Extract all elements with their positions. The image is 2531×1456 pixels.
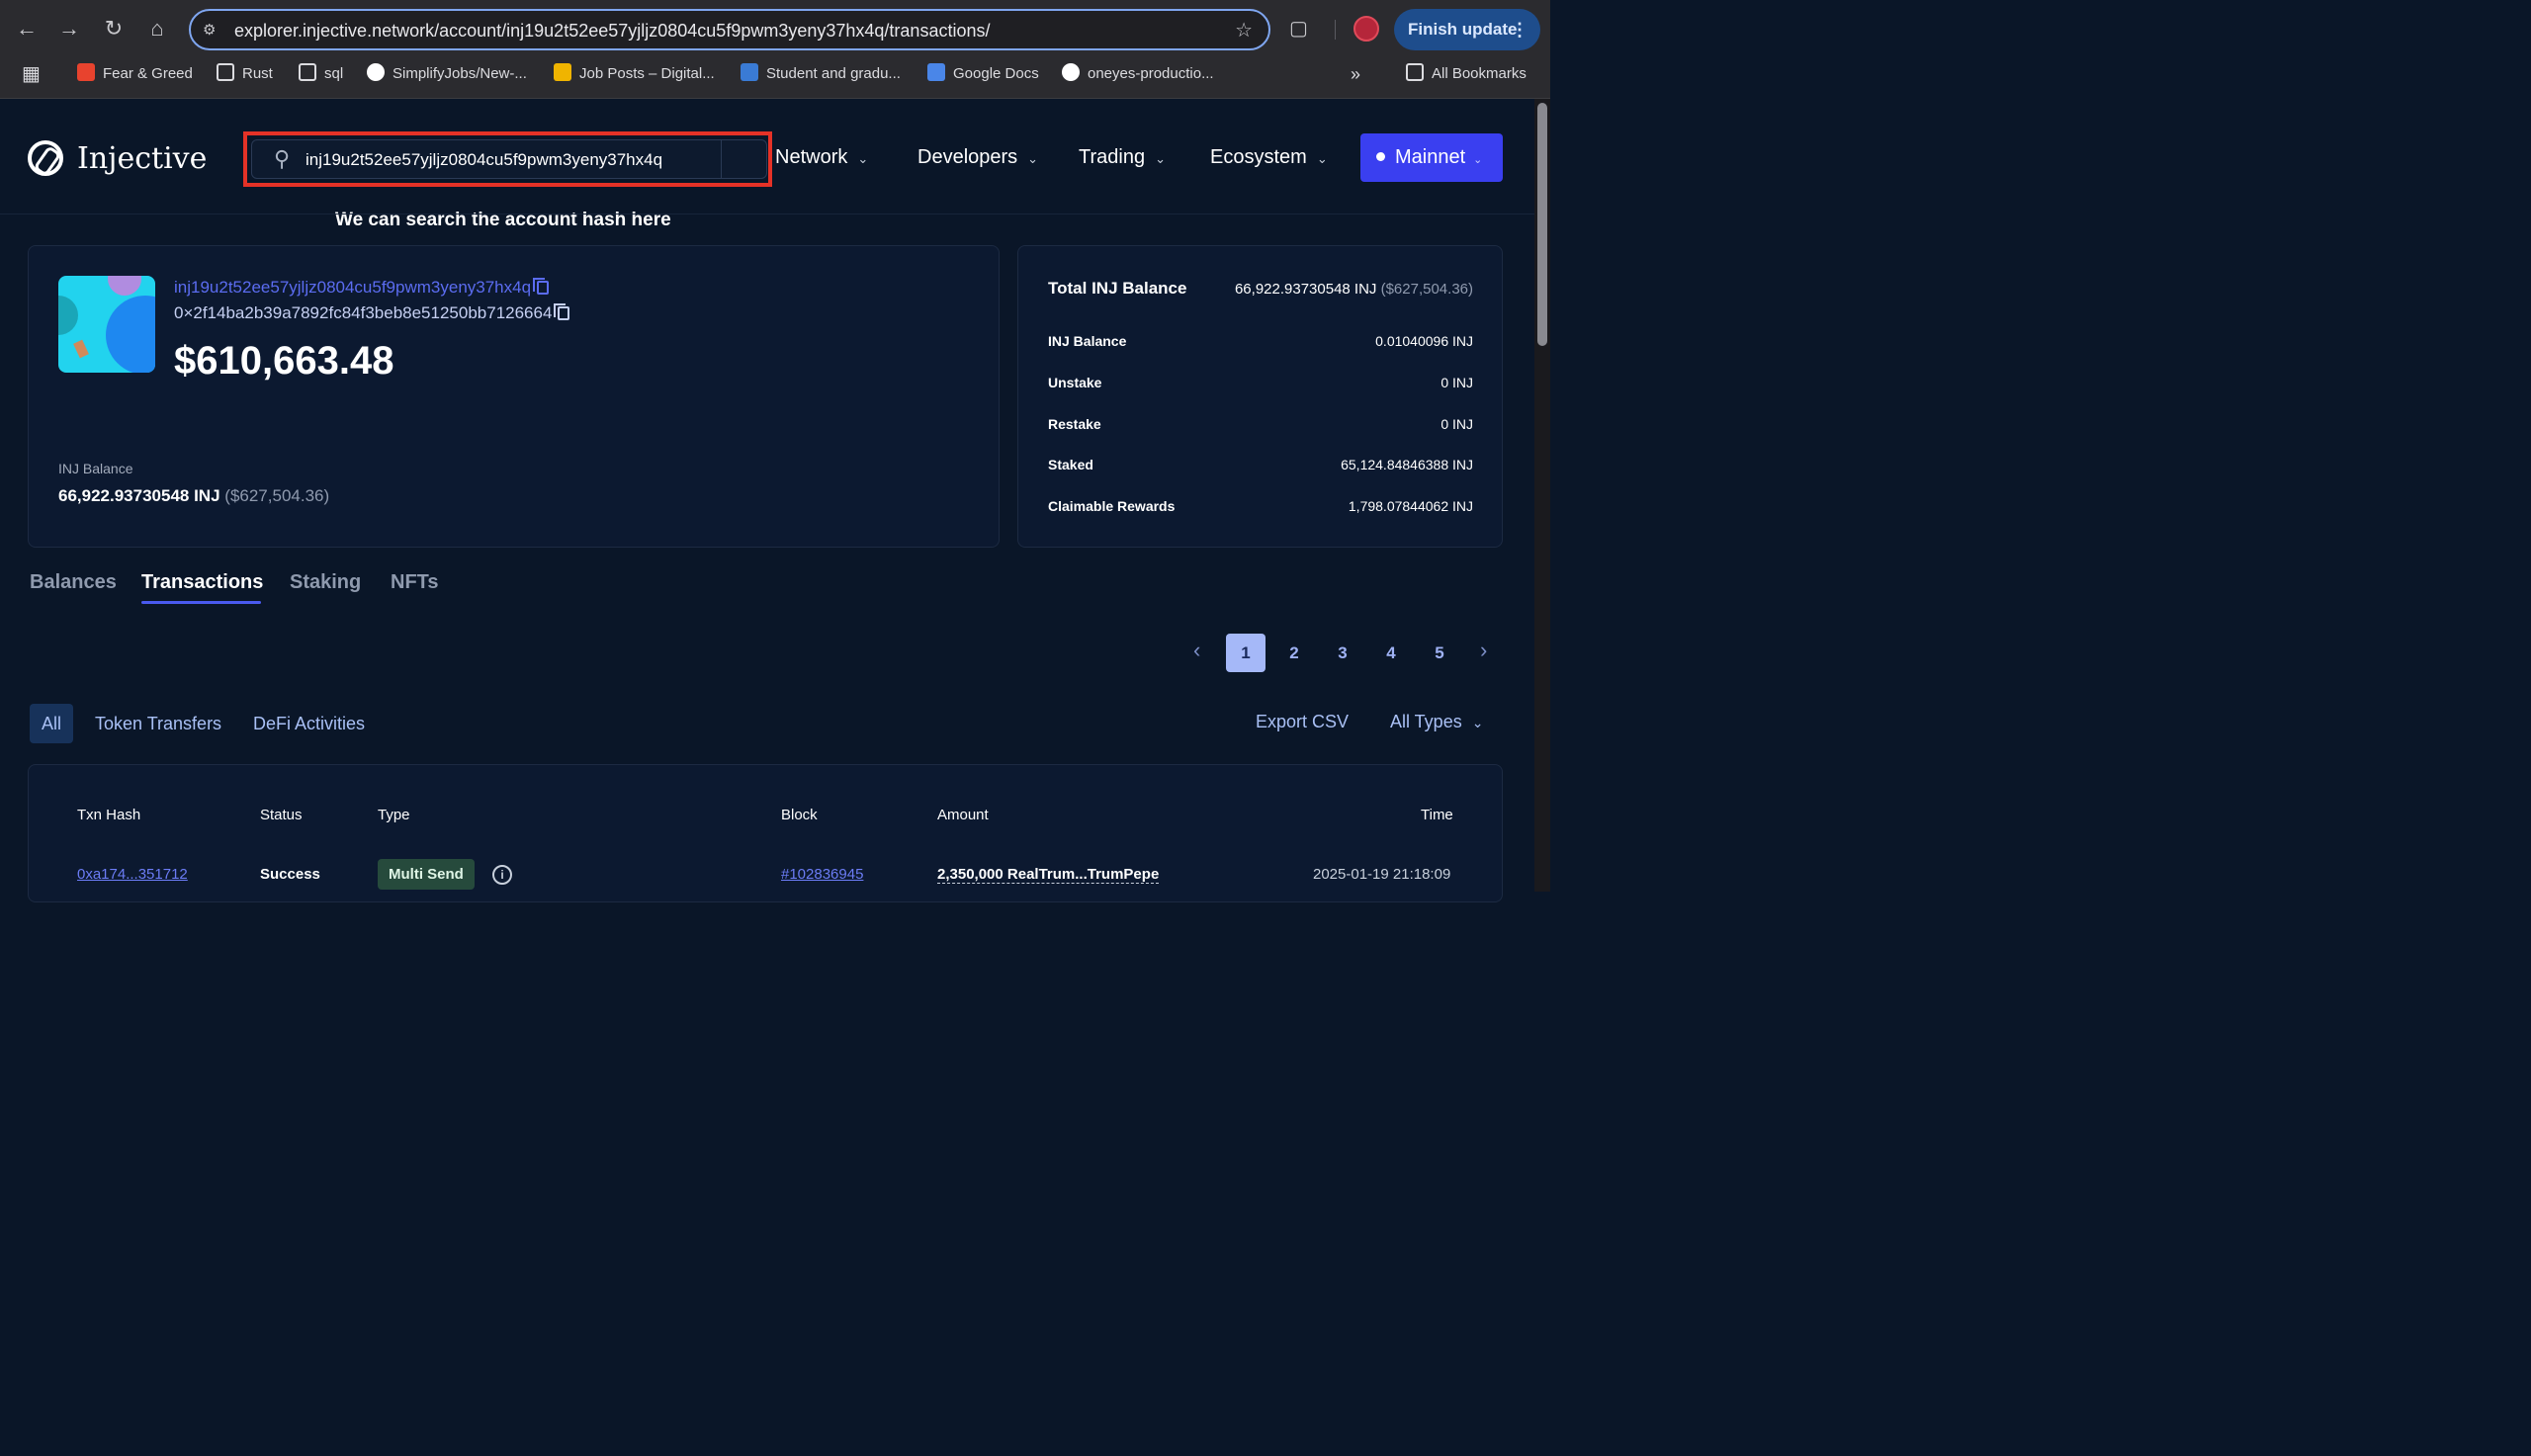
finish-update-label: Finish update — [1408, 20, 1518, 39]
txn-status: Success — [260, 866, 320, 883]
filter-token-transfers[interactable]: Token Transfers — [95, 704, 221, 743]
nav-ecosystem[interactable]: Ecosystem ⌄ — [1210, 146, 1328, 169]
header-block: Block — [781, 807, 818, 823]
docs-icon — [927, 63, 945, 81]
txn-type-badge: Multi Send — [378, 859, 475, 890]
bookmark-item[interactable]: sql — [299, 63, 343, 85]
bookmark-item[interactable]: Rust — [217, 63, 273, 85]
brand-name: Injective — [77, 140, 208, 176]
eth-address[interactable]: 0×2f14ba2b39a7892fc84f3beb8e51250bb71266… — [174, 303, 570, 323]
header-type: Type — [378, 807, 410, 823]
folder-icon — [299, 63, 316, 81]
extensions-icon[interactable]: ▢ — [1289, 16, 1308, 41]
total-balance-value: 66,922.93730548 INJ ($627,504.36) — [1234, 281, 1473, 298]
txn-amount[interactable]: 2,350,000 RealTrum...TrumPepe — [937, 866, 1160, 884]
url-text[interactable]: explorer.injective.network/account/inj19… — [234, 21, 990, 42]
network-select-button[interactable]: Mainnet ⌄ — [1360, 133, 1503, 182]
header-amount: Amount — [937, 807, 989, 823]
vercel-icon — [1062, 63, 1080, 81]
page-button[interactable]: 2 — [1274, 634, 1314, 672]
letter-a-icon — [77, 63, 95, 81]
tab-balances[interactable]: Balances — [30, 571, 117, 594]
profile-avatar[interactable] — [1353, 16, 1379, 42]
tab-transactions[interactable]: Transactions — [141, 571, 263, 594]
balance-row-staked: Staked 65,124.84846388 INJ — [1048, 457, 1473, 472]
tab-staking[interactable]: Staking — [290, 571, 361, 594]
finish-update-button[interactable]: Finish update ⋮ — [1394, 9, 1540, 50]
bookmark-item[interactable]: Google Docs — [927, 63, 1039, 85]
account-usd-value: $610,663.48 — [174, 339, 394, 383]
nav-developers[interactable]: Developers ⌄ — [917, 146, 1038, 169]
info-icon[interactable]: i — [492, 865, 512, 885]
inj-balance-value: 66,922.93730548 INJ ($627,504.36) — [58, 486, 330, 505]
site-settings-icon[interactable]: ⚙ — [203, 21, 216, 39]
chevron-down-icon: ⌄ — [1027, 151, 1039, 166]
page-button[interactable]: 4 — [1371, 634, 1411, 672]
page-button[interactable]: 5 — [1420, 634, 1459, 672]
nav-network[interactable]: Network ⌄ — [775, 146, 868, 169]
forward-arrow-icon[interactable]: → — [54, 14, 84, 43]
tab-nfts[interactable]: NFTs — [391, 571, 439, 594]
chevron-down-icon: ⌄ — [1316, 151, 1328, 166]
inj-balance-label: INJ Balance — [58, 461, 133, 476]
balance-row-rewards: Claimable Rewards 1,798.07844062 INJ — [1048, 498, 1473, 514]
chevron-right-icon[interactable]: › — [1480, 638, 1487, 663]
header-status: Status — [260, 807, 303, 823]
arrow-logo-icon — [554, 63, 571, 81]
account-address[interactable]: inj19u2t52ee57yjljz0804cu5f9pwm3yeny37hx… — [174, 278, 550, 298]
nav-trading[interactable]: Trading ⌄ — [1079, 146, 1166, 169]
total-balance-title: Total INJ Balance — [1048, 279, 1187, 298]
more-bookmarks-icon[interactable]: » — [1351, 63, 1360, 85]
nscc-icon — [741, 63, 758, 81]
copy-icon[interactable] — [533, 278, 550, 295]
page-button[interactable]: 3 — [1323, 634, 1362, 672]
transactions-table — [28, 764, 1503, 902]
all-bookmarks[interactable]: All Bookmarks — [1406, 63, 1527, 85]
apps-grid-icon[interactable]: ▦ — [22, 63, 41, 85]
balance-row-inj: INJ Balance 0.01040096 INJ — [1048, 333, 1473, 349]
bookmark-item[interactable]: SimplifyJobs/New-... — [367, 63, 527, 85]
scrollbar-thumb[interactable] — [1537, 103, 1547, 346]
header-txn-hash: Txn Hash — [77, 807, 141, 823]
bookmark-item[interactable]: oneyes-productio... — [1062, 63, 1214, 85]
type-select[interactable]: All Types ⌄ — [1390, 712, 1483, 732]
export-csv-button[interactable]: Export CSV — [1256, 712, 1349, 732]
status-dot — [1376, 152, 1385, 161]
chevron-down-icon: ⌄ — [1471, 715, 1484, 730]
toolbar-divider — [1335, 20, 1336, 40]
kebab-menu-icon[interactable]: ⋮ — [1511, 9, 1528, 50]
bookmark-item[interactable]: Job Posts – Digital... — [554, 63, 715, 85]
injective-logo[interactable]: Injective — [28, 138, 207, 178]
bookmark-item[interactable]: Student and gradu... — [741, 63, 901, 85]
reload-icon[interactable]: ↻ — [99, 14, 129, 43]
account-avatar — [58, 276, 155, 373]
chevron-down-icon: ⌄ — [857, 151, 869, 166]
chevron-down-icon: ⌄ — [1473, 154, 1483, 166]
bookmark-star-icon[interactable]: ☆ — [1235, 18, 1253, 43]
txn-time: 2025-01-19 21:18:09 — [1313, 866, 1451, 883]
header-time: Time — [1421, 807, 1453, 823]
balance-row-unstake: Unstake 0 INJ — [1048, 375, 1473, 390]
back-arrow-icon[interactable]: ← — [12, 14, 42, 43]
address-bar[interactable]: ⚙ explorer.injective.network/account/inj… — [189, 9, 1270, 50]
active-tab-indicator — [141, 601, 261, 604]
home-icon[interactable]: ⌂ — [142, 14, 172, 43]
balance-row-restake: Restake 0 INJ — [1048, 416, 1473, 432]
folder-icon — [1406, 63, 1424, 81]
txn-hash-link[interactable]: 0xa174...351712 — [77, 866, 188, 883]
chevron-left-icon[interactable]: ‹ — [1193, 638, 1200, 663]
filter-all[interactable]: All — [30, 704, 74, 743]
copy-icon[interactable] — [554, 303, 570, 320]
chevron-down-icon: ⌄ — [1155, 151, 1166, 166]
page-button[interactable]: 1 — [1226, 634, 1266, 672]
injective-logo-icon — [28, 140, 63, 176]
github-icon — [367, 63, 385, 81]
filter-defi-activities[interactable]: DeFi Activities — [253, 704, 365, 743]
block-link[interactable]: #102836945 — [781, 866, 863, 883]
bookmark-item[interactable]: Fear & Greed — [77, 63, 193, 85]
folder-icon — [217, 63, 234, 81]
annotation-highlight-box — [243, 131, 772, 187]
